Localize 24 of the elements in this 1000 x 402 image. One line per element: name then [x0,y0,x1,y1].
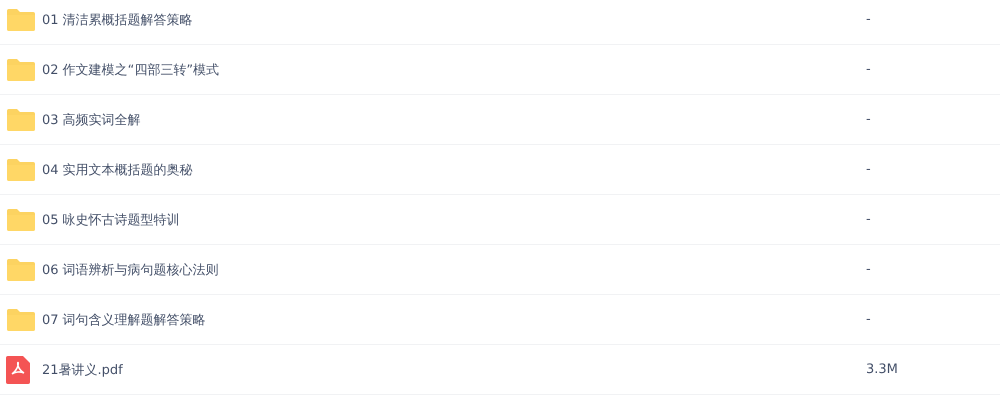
file-name[interactable]: 01 清洁累概括题解答策略 [42,10,866,28]
file-size: - [866,62,872,77]
file-name[interactable]: 04 实用文本概括题的奥秘 [42,160,866,178]
file-name[interactable]: 02 作文建模之“四部三转”模式 [42,60,866,78]
file-size: - [866,312,872,327]
folder-icon [6,58,36,82]
folder-icon [6,8,36,32]
file-size: 3.3M [866,362,899,377]
folder-icon [6,108,36,132]
file-size: - [866,12,872,27]
folder-icon [6,308,36,332]
file-name[interactable]: 05 咏史怀古诗题型特训 [42,210,866,228]
file-name[interactable]: 21暑讲义.pdf [42,360,866,378]
file-size: - [866,212,872,227]
folder-icon [6,158,36,182]
file-size: - [866,162,872,177]
file-name[interactable]: 07 词句含义理解题解答策略 [42,310,866,328]
file-name[interactable]: 03 高频实词全解 [42,110,866,128]
pdf-icon [6,356,30,384]
file-name[interactable]: 06 词语辨析与病句题核心法则 [42,260,866,278]
file-size: - [866,112,872,127]
folder-icon [6,208,36,232]
file-size: - [866,262,872,277]
folder-icon [6,258,36,282]
